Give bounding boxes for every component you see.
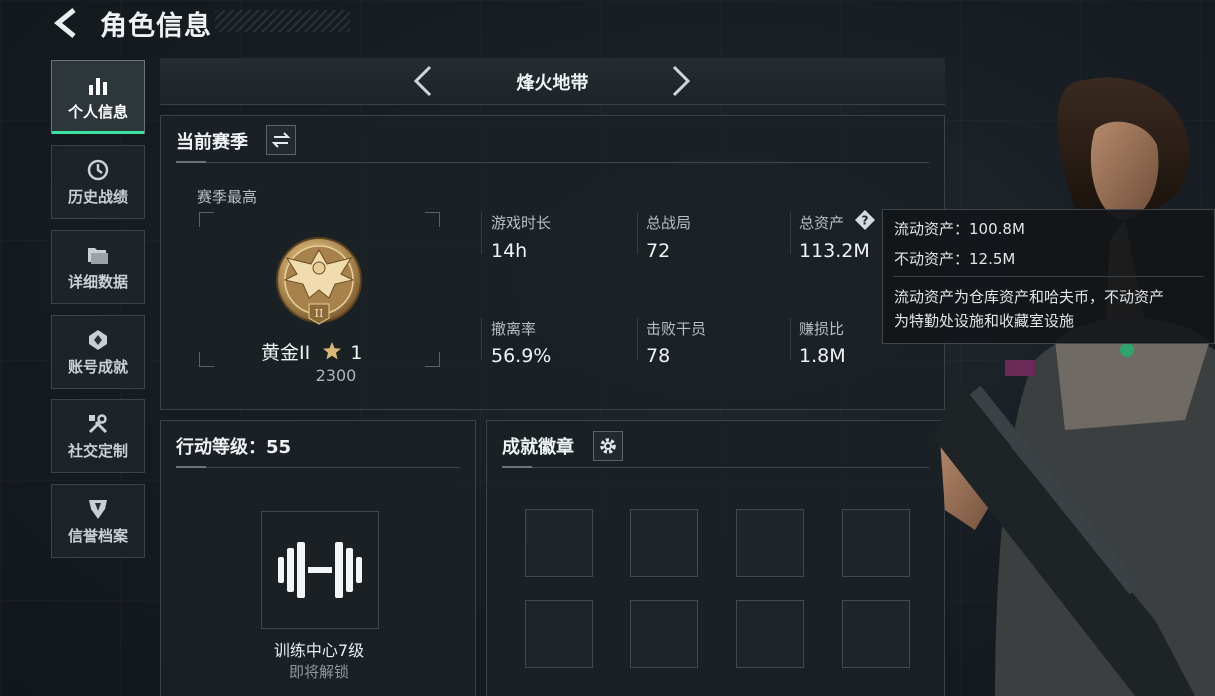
character-portrait (935, 77, 1215, 696)
stat-value-playtime: 14h (491, 240, 528, 262)
gear-icon (600, 438, 616, 454)
svg-text:II: II (315, 307, 324, 320)
stat-separator (637, 212, 638, 254)
rank-name-row: 黄金II 1 (261, 338, 362, 365)
achievement-badges-panel: 成就徽章 (486, 420, 945, 696)
badge-slot[interactable] (736, 600, 804, 668)
training-center-name: 训练中心7级 (273, 641, 365, 660)
stat-value-extract-rate: 56.9% (491, 345, 552, 367)
dumbbell-icon (278, 542, 362, 598)
rank-score: 2300 (315, 366, 357, 385)
frame-corner (425, 212, 440, 227)
mode-selector: 烽火地带 (160, 58, 945, 105)
sidebar-item-label: 个人信息 (67, 103, 128, 121)
season-best-label: 赛季最高 (197, 188, 258, 206)
stat-label-matches: 总战局 (646, 214, 692, 232)
tooltip-description-line2: 为特勤处设施和收藏室设施 (894, 312, 1075, 330)
sidebar-item-label: 账号成就 (67, 358, 128, 376)
action-level-panel: 行动等级：55 训练中心7级 即将解锁 (160, 420, 476, 696)
badge-slot[interactable] (842, 600, 910, 668)
sidebar-item-label: 详细数据 (67, 273, 128, 291)
stat-label-profit-ratio: 赚损比 (799, 320, 845, 338)
tooltip-fixed-assets: 不动资产：12.5M (894, 250, 1016, 268)
badge-settings-button[interactable] (593, 431, 623, 461)
divider (176, 466, 460, 468)
tooltip-divider (893, 276, 1204, 277)
folder-icon (88, 248, 108, 264)
sidebar-item-achievements[interactable]: 账号成就 (51, 315, 145, 389)
sidebar-item-label: 历史战绩 (67, 188, 128, 206)
stat-label-total-assets: 总资产 (799, 214, 845, 232)
divider (502, 466, 929, 468)
frame-corner (425, 352, 440, 367)
back-arrow-icon[interactable] (50, 6, 84, 40)
achievement-icon (89, 330, 107, 350)
svg-text:?: ? (862, 214, 869, 228)
training-center-card[interactable] (261, 511, 379, 629)
history-icon (87, 159, 109, 181)
rank-stars: 1 (350, 342, 363, 364)
asset-tooltip: 流动资产：100.8M 不动资产：12.5M 流动资产为仓库资产和哈夫币，不动资… (882, 209, 1215, 344)
badge-slot[interactable] (630, 509, 698, 577)
page-title: 角色信息 (100, 11, 212, 42)
badge-slot[interactable] (525, 600, 593, 668)
tools-icon (88, 414, 108, 434)
switch-season-button[interactable] (266, 125, 296, 155)
action-level-title: 行动等级：55 (176, 437, 292, 458)
gold-rank-medal-icon: II (276, 237, 362, 325)
stat-value-matches: 72 (646, 240, 671, 262)
stat-separator (481, 212, 482, 254)
badge-slot[interactable] (525, 509, 593, 577)
training-center-status: 即将解锁 (288, 663, 349, 681)
tooltip-liquid-assets: 流动资产：100.8M (894, 220, 1025, 238)
mode-name: 烽火地带 (516, 73, 589, 94)
stat-separator (481, 318, 482, 360)
stat-separator (637, 318, 638, 360)
frame-corner (199, 352, 214, 367)
sidebar-item-credit[interactable]: 信誉档案 (51, 484, 145, 558)
credit-shield-icon (89, 500, 107, 519)
sidebar-item-label: 社交定制 (67, 442, 128, 460)
star-icon (323, 342, 342, 360)
badge-slot[interactable] (736, 509, 804, 577)
bar-chart-icon (89, 78, 107, 95)
stat-separator (790, 212, 791, 254)
stat-label-playtime: 游戏时长 (491, 214, 552, 232)
stat-label-kills: 击败干员 (646, 320, 707, 338)
stat-value-kills: 78 (646, 345, 671, 367)
stat-label-extract-rate: 撤离率 (491, 320, 537, 338)
sidebar-item-label: 信誉档案 (67, 527, 128, 545)
sidebar-item-social-custom[interactable]: 社交定制 (51, 399, 145, 473)
stat-separator (790, 318, 791, 360)
divider (176, 161, 929, 163)
badges-title: 成就徽章 (502, 437, 574, 458)
swap-icon (271, 132, 291, 148)
season-title: 当前赛季 (176, 132, 248, 153)
sidebar-item-personal-info[interactable]: 个人信息 (51, 60, 145, 134)
rank-name: 黄金II (261, 342, 311, 364)
season-panel: 当前赛季 赛季最高 II 黄金II 1 2300 游戏时长 14h 总战局 72… (160, 115, 945, 410)
badge-slot[interactable] (630, 600, 698, 668)
chevron-right-icon[interactable] (668, 64, 694, 98)
stat-value-total-assets: 113.2M (799, 240, 870, 262)
sidebar-item-history[interactable]: 历史战绩 (51, 145, 145, 219)
badge-slot[interactable] (842, 509, 910, 577)
frame-corner (199, 212, 214, 227)
stat-value-profit-ratio: 1.8M (799, 345, 846, 367)
title-decoration (215, 10, 350, 32)
help-icon[interactable]: ? (855, 210, 875, 230)
tooltip-description-line1: 流动资产为仓库资产和哈夫币，不动资产 (894, 288, 1165, 306)
sidebar-item-detail-data[interactable]: 详细数据 (51, 230, 145, 304)
